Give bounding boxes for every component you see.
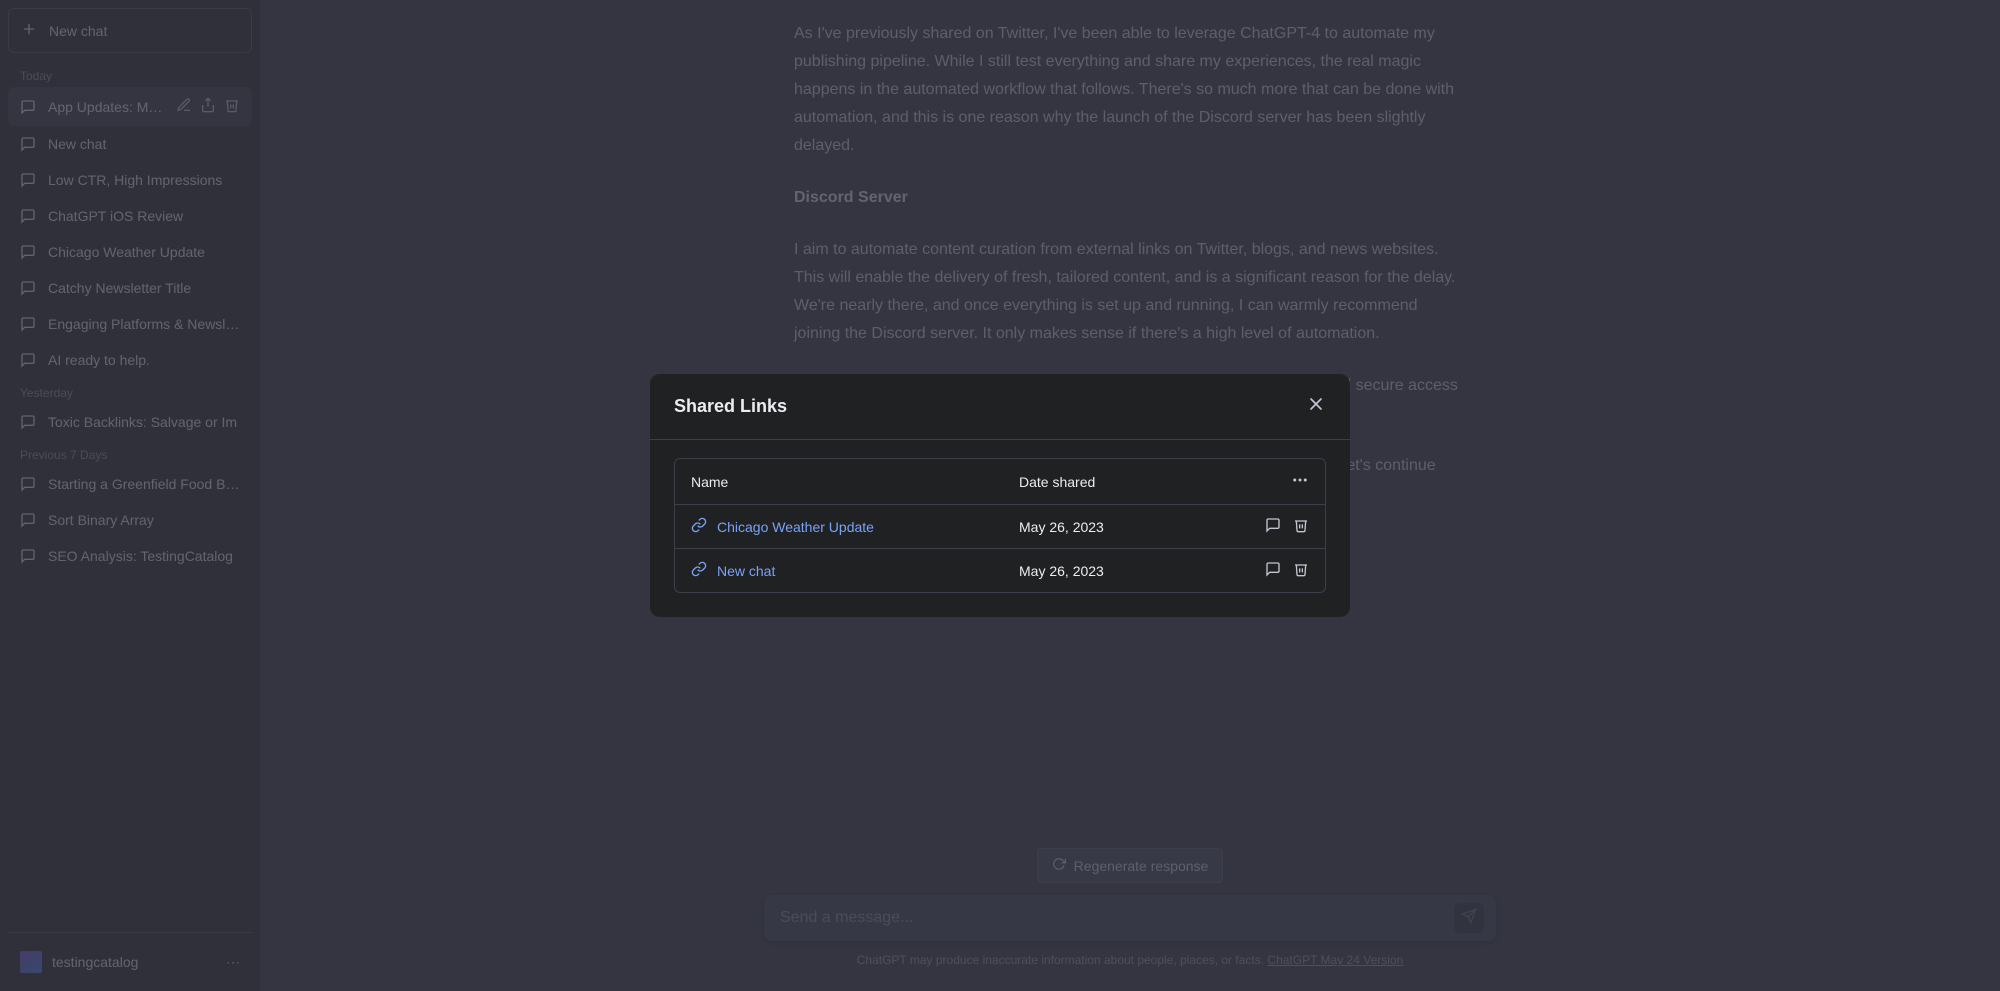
- modal-body: Name Date shared Chicago Weather Update: [650, 440, 1350, 617]
- trash-icon[interactable]: [1293, 517, 1309, 536]
- column-date: Date shared: [1019, 474, 1219, 490]
- view-source-icon[interactable]: [1265, 561, 1281, 580]
- trash-icon[interactable]: [1293, 561, 1309, 580]
- table-header: Name Date shared: [675, 459, 1325, 505]
- modal-title: Shared Links: [674, 396, 787, 417]
- link-icon: [691, 517, 707, 536]
- view-source-icon[interactable]: [1265, 517, 1281, 536]
- modal-overlay[interactable]: Shared Links Name Date shared: [0, 0, 2000, 991]
- shared-link-date: May 26, 2023: [1019, 519, 1219, 535]
- shared-link-name[interactable]: Chicago Weather Update: [717, 519, 874, 535]
- shared-link-date: May 26, 2023: [1019, 563, 1219, 579]
- shared-links-table: Name Date shared Chicago Weather Update: [674, 458, 1326, 593]
- table-row: New chat May 26, 2023: [675, 549, 1325, 592]
- close-icon: [1306, 401, 1326, 418]
- column-actions[interactable]: [1219, 471, 1309, 492]
- modal-header: Shared Links: [650, 374, 1350, 440]
- close-button[interactable]: [1306, 394, 1326, 419]
- column-name: Name: [691, 474, 1019, 490]
- more-icon[interactable]: [1291, 476, 1309, 492]
- shared-link[interactable]: Chicago Weather Update: [691, 517, 1019, 536]
- shared-links-modal: Shared Links Name Date shared: [650, 374, 1350, 617]
- link-icon: [691, 561, 707, 580]
- table-row: Chicago Weather Update May 26, 2023: [675, 505, 1325, 549]
- shared-link[interactable]: New chat: [691, 561, 1019, 580]
- shared-link-name[interactable]: New chat: [717, 563, 775, 579]
